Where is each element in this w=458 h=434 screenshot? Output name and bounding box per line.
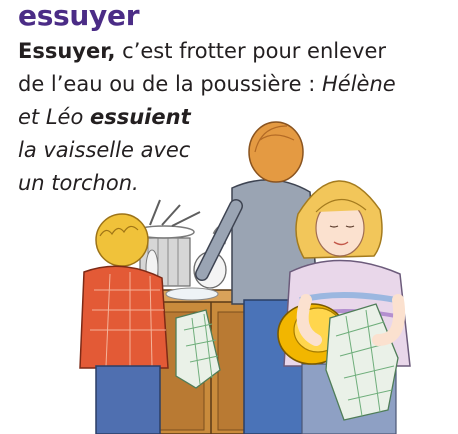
dishwashing-illustration [79,121,411,434]
dictionary-page: essuyer Essuyer, c’est frotter pour enle… [0,0,458,434]
